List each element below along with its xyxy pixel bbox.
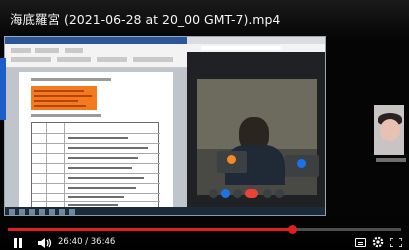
time-display: 26:40 / 36:46 (58, 237, 116, 247)
browser-address-bar (187, 44, 325, 52)
video-player[interactable]: 海底羅宮 (2021-06-28 at 20_00 GMT-7).mp4 26:… (0, 0, 409, 250)
participant-thumbnail (374, 105, 404, 155)
thumbnail-label (376, 158, 406, 162)
seek-bar-played (8, 228, 293, 231)
volume-icon[interactable] (38, 238, 52, 248)
video-title: 海底羅宮 (2021-06-28 at 20_00 GMT-7).mp4 (10, 12, 281, 27)
mic-icon (209, 189, 218, 198)
seek-bar[interactable] (8, 225, 401, 234)
participant-video (197, 79, 317, 195)
end-call-icon (245, 189, 258, 198)
gear-icon[interactable] (372, 236, 384, 248)
document-table (31, 122, 160, 209)
word-titlebar (5, 37, 187, 44)
meet-window (187, 37, 325, 215)
pause-icon[interactable] (13, 238, 23, 248)
highlighted-block (31, 86, 97, 110)
fullscreen-icon[interactable] (389, 237, 403, 248)
video-frame-desktop (4, 36, 326, 216)
present-icon (263, 189, 272, 198)
captions-meet-icon (233, 189, 242, 198)
more-icon (275, 189, 284, 198)
document-page (19, 72, 173, 214)
captions-icon[interactable] (355, 238, 366, 247)
participant-tile (217, 151, 247, 173)
word-document-area (5, 68, 187, 215)
browser-tab-strip (187, 37, 325, 44)
participant-tile (285, 155, 319, 177)
word-ribbon (5, 44, 187, 68)
camera-icon (221, 189, 230, 198)
left-edge-strip (0, 58, 6, 120)
participant-face (380, 119, 400, 141)
